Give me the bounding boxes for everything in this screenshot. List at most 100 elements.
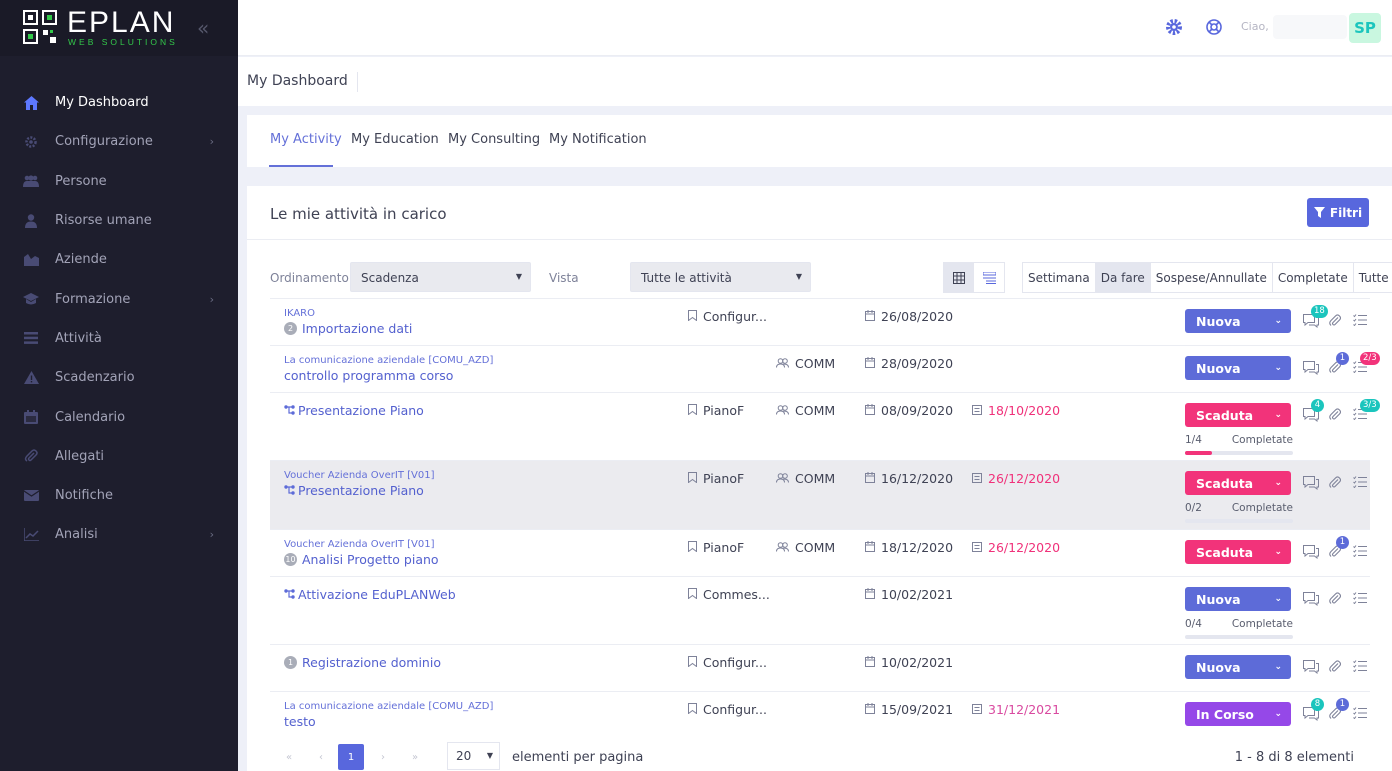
activity-parent[interactable]: La comunicazione aziendale [COMU_AZD] [284, 355, 493, 366]
view-label: Vista [549, 271, 579, 285]
status-dropdown[interactable]: Scaduta ⌄ [1185, 471, 1291, 495]
avatar[interactable]: SP [1349, 13, 1381, 43]
bookmark-icon [688, 587, 697, 602]
activity-parent[interactable]: Voucher Azienda OverIT [V01] [284, 470, 434, 481]
grid-view-button[interactable] [944, 263, 974, 292]
activity-parent[interactable]: La comunicazione aziendale [COMU_AZD] [284, 701, 493, 712]
sidebar-item-formazione[interactable]: Formazione › [0, 279, 238, 318]
table-row[interactable]: Attivazione EduPLANWeb Commes... 10/02/202… [270, 576, 1370, 644]
sidebar-item-configurazione[interactable]: Configurazione › [0, 122, 238, 161]
sidebar-item-allegati[interactable]: Allegati [0, 437, 238, 476]
tab-my-education[interactable]: My Education [351, 132, 439, 147]
per-page-select[interactable]: 20 ▼ [447, 742, 500, 770]
first-page-button[interactable]: « [276, 744, 302, 770]
status-dropdown[interactable]: Scaduta ⌄ [1185, 403, 1291, 427]
activity-title[interactable]: 2 Importazione dati [284, 321, 412, 336]
checklist-icon[interactable] [1353, 314, 1367, 330]
comments-icon[interactable] [1303, 476, 1319, 494]
tab-my-notification[interactable]: My Notification [549, 132, 647, 147]
sidebar-item-aziende[interactable]: Aziende [0, 240, 238, 279]
sidebar-item-scadenzario[interactable]: Scadenzario [0, 358, 238, 397]
table-row[interactable]: La comunicazione aziendale [COMU_AZD]con… [270, 345, 1380, 392]
paperclip-icon[interactable] [1329, 476, 1342, 493]
activity-title[interactable]: Presentazione Piano [284, 403, 424, 418]
paperclip-icon[interactable] [1329, 660, 1342, 677]
activity-parent[interactable]: IKARO [284, 308, 315, 319]
status-dropdown[interactable]: Nuova ⌄ [1185, 587, 1291, 611]
activity-title[interactable]: 10 Analisi Progetto piano [284, 552, 439, 567]
list-view-button[interactable] [974, 263, 1004, 292]
logo[interactable]: EPLAN WEB SOLUTIONS « [0, 0, 238, 56]
sidebar-item-calendario[interactable]: Calendario [0, 397, 238, 436]
grid-icon [953, 271, 965, 284]
paperclip-icon[interactable] [1329, 314, 1342, 331]
activity-title[interactable]: Presentazione Piano [284, 483, 424, 498]
view-select[interactable]: Tutte le attività ▼ [630, 262, 811, 292]
sidebar-item-analisi[interactable]: Analisi › [0, 515, 238, 554]
activity-title[interactable]: Attivazione EduPLANWeb [284, 587, 456, 602]
last-page-button[interactable]: » [402, 744, 428, 770]
table-row[interactable]: Voucher Azienda OverIT [V01] Presentazion… [270, 460, 1370, 529]
checklist-icon[interactable] [1353, 476, 1367, 492]
calendar-icon [865, 471, 875, 486]
filter-settimana[interactable]: Settimana [1023, 263, 1096, 292]
paperclip-icon[interactable] [1329, 408, 1342, 425]
row-actions [1303, 471, 1373, 495]
tab-my-consulting[interactable]: My Consulting [448, 132, 540, 147]
row-actions: 81 [1303, 698, 1373, 726]
card-title: Le mie attività in carico [270, 205, 447, 223]
chevron-down-icon: ⌄ [1274, 709, 1282, 719]
checklist-icon[interactable] [1353, 592, 1367, 608]
due-date-icon [972, 702, 982, 717]
filter-completate[interactable]: Completate [1273, 263, 1354, 292]
bookmark-icon [688, 403, 697, 418]
sidebar-item-persone[interactable]: Persone [0, 162, 238, 201]
divider [357, 72, 358, 92]
status-dropdown[interactable]: Nuova ⌄ [1185, 309, 1291, 333]
table-row[interactable]: 1 Registrazione dominio Configur... 10/02/2… [270, 644, 1370, 691]
page-button[interactable]: 1 [338, 744, 364, 770]
comments-icon[interactable] [1303, 660, 1319, 678]
sidebar-item-attivita[interactable]: Attività [0, 319, 238, 358]
status-dropdown[interactable]: Nuova ⌄ [1185, 655, 1291, 679]
sort-select[interactable]: Scadenza ▼ [350, 262, 531, 292]
chevron-down-icon: ⌄ [1274, 316, 1282, 326]
status-dropdown[interactable]: Nuova ⌄ [1185, 356, 1291, 380]
table-row[interactable]: IKARO 2 Importazione dati Configur... 26/08/… [270, 298, 1370, 345]
table-row[interactable]: La comunicazione aziendale [COMU_AZD]tes… [270, 691, 1370, 738]
tab-my-activity[interactable]: My Activity [270, 132, 342, 147]
status-dropdown[interactable]: Scaduta ⌄ [1185, 540, 1291, 564]
graduation-cap-icon [23, 291, 39, 307]
table-row[interactable]: Voucher Azienda OverIT [V01] 10 Analisi Pr… [270, 529, 1370, 576]
comments-icon[interactable] [1303, 545, 1319, 563]
next-page-button[interactable]: › [370, 744, 396, 770]
table-row[interactable]: Presentazione Piano PianoF COMM 08/09/2020 1… [270, 392, 1380, 460]
paperclip-icon[interactable] [1329, 592, 1342, 609]
sidebar-item-my-dashboard[interactable]: My Dashboard [0, 83, 238, 122]
help-lifebuoy-icon[interactable] [1205, 18, 1223, 40]
progress-count: 1/4 [1185, 434, 1202, 446]
collapse-sidebar-icon[interactable]: « [197, 16, 209, 40]
activity-tag-text: Configur... [703, 702, 767, 717]
activity-title[interactable]: controllo programma corso [284, 368, 453, 383]
filter-sospese-annullate[interactable]: Sospese/Annullate [1151, 263, 1273, 292]
activity-parent[interactable]: Voucher Azienda OverIT [V01] [284, 539, 434, 550]
sidebar-item-notifiche[interactable]: Notifiche [0, 476, 238, 515]
settings-gear-icon[interactable] [1165, 18, 1183, 40]
comments-icon[interactable] [1303, 361, 1319, 379]
activity-title[interactable]: testo [284, 714, 316, 729]
checklist-icon[interactable] [1353, 545, 1367, 561]
status-dropdown[interactable]: In Corso ⌄ [1185, 702, 1291, 726]
prev-page-button[interactable]: ‹ [308, 744, 334, 770]
activity-title-text: Presentazione Piano [298, 483, 424, 498]
filter-da-fare[interactable]: Da fare [1095, 263, 1151, 292]
sidebar: EPLAN WEB SOLUTIONS « My Dashboard Confi… [0, 0, 238, 771]
activity-title[interactable]: 1 Registrazione dominio [284, 655, 441, 670]
filter-button[interactable]: Filtri [1307, 198, 1369, 227]
filter-tutte[interactable]: Tutte [1354, 263, 1392, 292]
comments-icon[interactable] [1303, 592, 1319, 610]
status-label: Nuova [1196, 360, 1241, 376]
sidebar-item-risorse-umane[interactable]: Risorse umane [0, 201, 238, 240]
checklist-icon[interactable] [1353, 660, 1367, 676]
checklist-icon[interactable] [1353, 707, 1367, 723]
